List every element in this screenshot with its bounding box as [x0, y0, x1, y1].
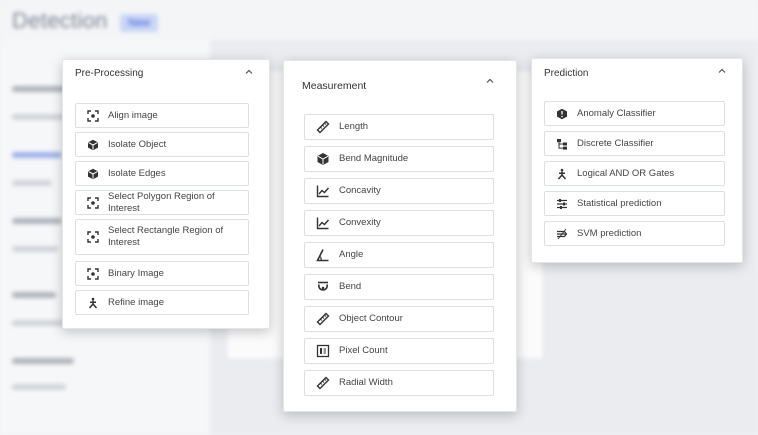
- tool-label: Refine image: [108, 296, 164, 308]
- cube-icon: [315, 151, 331, 167]
- hierarchy-icon: [555, 137, 569, 151]
- line-chart-icon: [315, 183, 331, 199]
- person-icon: [86, 296, 100, 310]
- ruler-icon: [315, 375, 331, 391]
- tool-pixel-count[interactable]: Pixel Count: [304, 338, 494, 364]
- focus-frame-icon: [86, 230, 100, 244]
- tool-binary-image[interactable]: Binary Image: [75, 261, 249, 286]
- tool-discrete-classifier[interactable]: Discrete Classifier: [544, 131, 725, 156]
- tool-logical-gates[interactable]: Logical AND OR Gates: [544, 161, 725, 186]
- ruler-icon: [315, 311, 331, 327]
- bg-status-badge: New: [120, 14, 159, 32]
- tool-label: Pixel Count: [339, 345, 388, 356]
- tool-select-rectangle-roi[interactable]: Select Rectangle Region of Interest: [75, 219, 249, 255]
- cube-icon: [86, 138, 100, 152]
- bg-page-title: Detection: [12, 8, 108, 33]
- tool-label: Align image: [108, 109, 158, 121]
- tool-length[interactable]: Length: [304, 114, 494, 140]
- screen: Detection New Pre-Processing Align image…: [0, 0, 758, 435]
- prediction-panel: Prediction Anomaly Classifier Discrete C…: [531, 58, 743, 263]
- tool-label: Bend Magnitude: [339, 153, 409, 164]
- tool-isolate-edges[interactable]: Isolate Edges: [75, 161, 249, 186]
- tool-label: Length: [339, 121, 369, 132]
- ruler-icon: [315, 119, 331, 135]
- measurement-panel: Measurement Length Bend Magnitude Concav…: [283, 60, 517, 412]
- tool-refine-image[interactable]: Refine image: [75, 290, 249, 315]
- tool-label: Statistical prediction: [577, 197, 662, 209]
- tool-angle[interactable]: Angle: [304, 242, 494, 268]
- prediction-title: Prediction: [544, 68, 589, 79]
- bend-icon: [315, 279, 331, 295]
- tool-label: Isolate Edges: [108, 167, 166, 179]
- preprocessing-panel: Pre-Processing Align image Isolate Objec…: [62, 59, 270, 329]
- tool-radial-width[interactable]: Radial Width: [304, 370, 494, 396]
- tool-anomaly-classifier[interactable]: Anomaly Classifier: [544, 101, 725, 126]
- cube-icon: [86, 167, 100, 181]
- angle-icon: [315, 247, 331, 263]
- tool-label: Discrete Classifier: [577, 137, 654, 149]
- measurement-header: Measurement: [284, 61, 516, 92]
- person-icon: [555, 167, 569, 181]
- tool-convexity[interactable]: Convexity: [304, 210, 494, 236]
- preprocessing-title: Pre-Processing: [75, 68, 144, 79]
- measurement-title: Measurement: [302, 80, 367, 92]
- anomaly-icon: [555, 107, 569, 121]
- sliders-icon: [555, 197, 569, 211]
- tool-label: Convexity: [339, 217, 381, 228]
- tool-label: Bend: [339, 281, 362, 292]
- tool-label: Radial Width: [339, 377, 393, 388]
- tool-label: Angle: [339, 249, 364, 260]
- tool-label: Concavity: [339, 185, 381, 196]
- pixel-count-icon: [315, 343, 331, 359]
- tool-label: Select Rectangle Region of Interest: [108, 225, 224, 248]
- chevron-up-icon[interactable]: [716, 65, 728, 77]
- tool-object-contour[interactable]: Object Contour: [304, 306, 494, 332]
- tool-label: Anomaly Classifier: [577, 107, 656, 119]
- tool-statistical-prediction[interactable]: Statistical prediction: [544, 191, 725, 216]
- prediction-header: Prediction: [532, 59, 742, 85]
- tool-isolate-object[interactable]: Isolate Object: [75, 132, 249, 157]
- tool-label: Binary Image: [108, 267, 164, 279]
- focus-frame-icon: [86, 196, 100, 210]
- focus-frame-icon: [86, 267, 100, 281]
- tool-concavity[interactable]: Concavity: [304, 178, 494, 204]
- svm-icon: [555, 227, 569, 241]
- bg-header: Detection New: [0, 0, 758, 40]
- focus-frame-icon: [86, 109, 100, 123]
- chevron-up-icon[interactable]: [484, 75, 496, 87]
- tool-select-polygon-roi[interactable]: Select Polygon Region of Interest: [75, 190, 249, 215]
- tool-label: Isolate Object: [108, 138, 167, 150]
- tool-label: Object Contour: [339, 313, 403, 324]
- tool-bend-magnitude[interactable]: Bend Magnitude: [304, 146, 494, 172]
- tool-label: SVM prediction: [577, 227, 642, 239]
- preprocessing-header: Pre-Processing: [63, 60, 269, 86]
- tool-label: Logical AND OR Gates: [577, 167, 675, 179]
- chevron-up-icon[interactable]: [243, 66, 255, 78]
- tool-align-image[interactable]: Align image: [75, 103, 249, 128]
- line-chart-icon: [315, 215, 331, 231]
- tool-bend[interactable]: Bend: [304, 274, 494, 300]
- tool-svm-prediction[interactable]: SVM prediction: [544, 221, 725, 246]
- tool-label: Select Polygon Region of Interest: [108, 190, 215, 214]
